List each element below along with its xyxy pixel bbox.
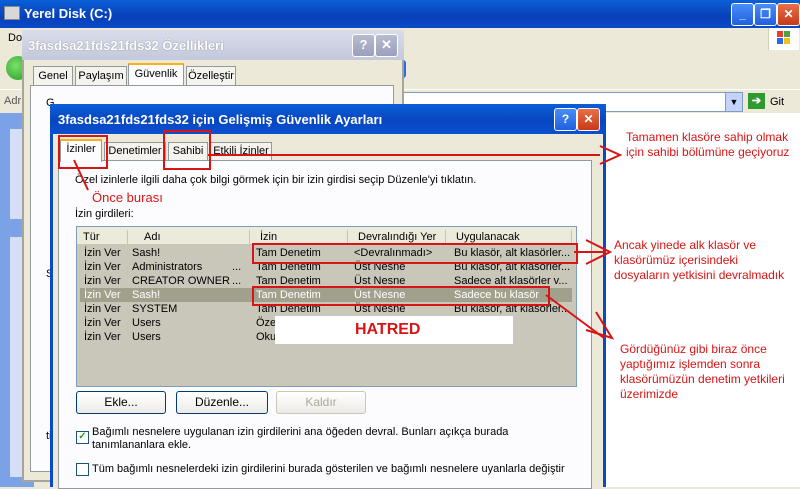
- arrow-result: [545, 294, 605, 339]
- arrow-first: [73, 159, 89, 191]
- arrow-result-head: [585, 311, 615, 340]
- arrow-owner-head: [599, 145, 623, 165]
- annotation-arrows: [73, 145, 623, 340]
